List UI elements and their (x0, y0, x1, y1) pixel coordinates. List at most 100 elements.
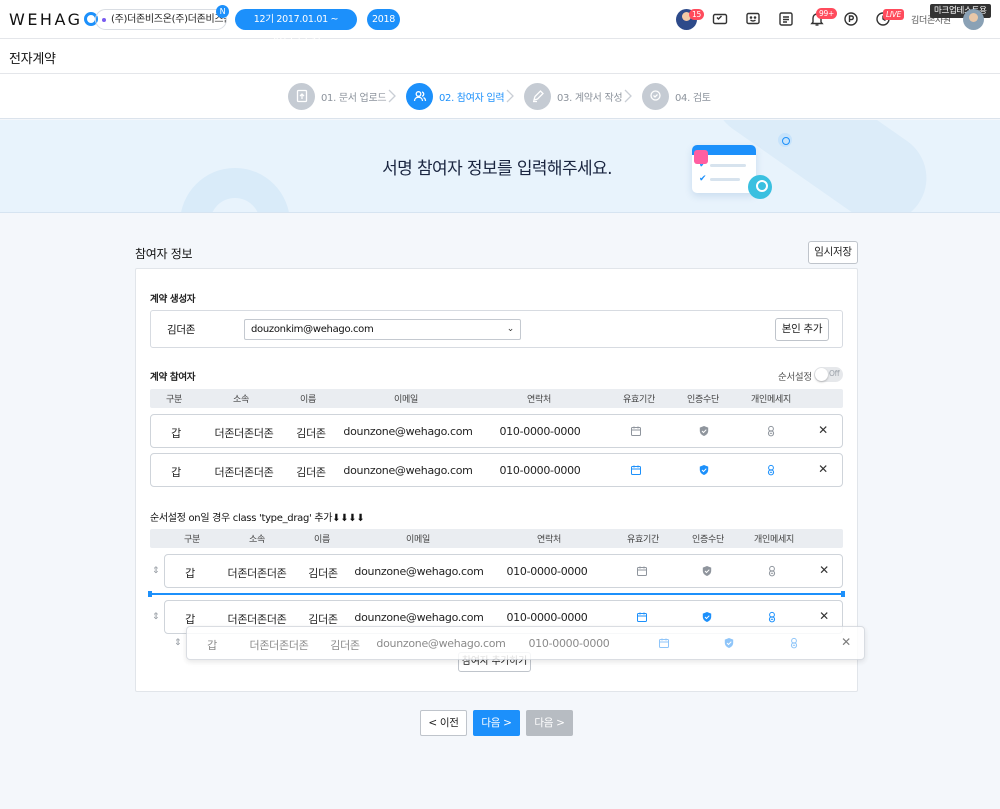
participant-type: 갑 (185, 567, 195, 580)
order-toggle[interactable]: Off (814, 367, 843, 382)
next-button[interactable]: 다음 > (473, 710, 520, 736)
calendar-icon[interactable] (630, 464, 642, 476)
column-header: 이메일 (394, 395, 418, 405)
year-pill[interactable]: 2018 (367, 9, 400, 30)
page-title: 전자계약 (9, 52, 56, 67)
add-self-button[interactable]: 본인 추가 (775, 318, 829, 341)
search-check-icon (642, 82, 669, 110)
pen-icon (524, 82, 551, 110)
chevron-down-icon: ⌄ (506, 324, 515, 334)
step-indicator: 01. 문서 업로드 02. 참여자 입력 03. 계약서 작성 04. 검토 (0, 74, 1000, 119)
participant-name: 김더존 (308, 567, 338, 580)
column-header: 소속 (249, 535, 265, 545)
column-header: 인증수단 (692, 535, 724, 545)
dragging-ghost-row[interactable]: 갑 더존더존더존 김더존 dounzone@wehago.com 010-000… (186, 626, 865, 660)
creator-row: 김더존 douzonkim@wehago.com ⌄ 본인 추가 (150, 310, 843, 348)
page-title-bar: 전자계약 (0, 39, 1000, 74)
column-header: 인증수단 (687, 395, 719, 405)
chat-icon[interactable] (745, 11, 761, 27)
toggle-state-text: Off (829, 369, 840, 378)
new-badge: N (216, 5, 229, 18)
board-icon[interactable] (778, 11, 794, 27)
drag-handle-icon: ⇕ (174, 638, 182, 648)
next-disabled-button[interactable]: 다음 > (526, 710, 573, 736)
draggable-participant-row[interactable]: 갑 더존더존더존 김더존 dounzone@wehago.com 010-000… (164, 554, 843, 588)
calendar-icon[interactable] (630, 425, 642, 437)
participants-table-header: 구분 소속 이름 이메일 연락처 유효기간 인증수단 개인메세지 (150, 389, 843, 408)
user-avatar[interactable] (963, 9, 984, 30)
participant-phone: 010-0000-0000 (499, 425, 581, 438)
creator-heading: 계약 생성자 (150, 294, 196, 305)
participant-email: dounzone@wehago.com (376, 637, 506, 650)
temp-save-button[interactable]: 임시저장 (808, 241, 858, 264)
video-call-icon[interactable] (712, 11, 728, 27)
participant-type: 갑 (171, 466, 181, 479)
participant-org: 더존더존더존 (227, 567, 287, 580)
participant-phone: 010-0000-0000 (499, 464, 581, 477)
creator-name: 김더존 (167, 324, 196, 336)
close-icon: ✕ (841, 635, 851, 649)
participant-row[interactable]: 갑 더존더존더존 김더존 dounzone@wehago.com 010-000… (150, 453, 843, 487)
wehago-logo[interactable]: WEHAG (9, 10, 98, 29)
drag-handle-icon[interactable]: ⇕ (152, 566, 160, 576)
message-icon[interactable] (765, 425, 777, 437)
banner-text: 서명 참여자 정보를 입력해주세요. (382, 159, 612, 179)
calendar-icon[interactable] (636, 611, 648, 623)
prev-button[interactable]: < 이전 (420, 710, 467, 736)
shield-icon[interactable] (701, 565, 713, 577)
message-icon[interactable] (766, 611, 778, 623)
step-review: 04. 검토 (642, 82, 711, 110)
message-icon[interactable] (766, 565, 778, 577)
point-icon[interactable] (843, 11, 859, 27)
creator-email-select[interactable]: douzonkim@wehago.com ⌄ (244, 319, 521, 340)
close-icon[interactable]: ✕ (818, 462, 828, 476)
drop-indicator (148, 591, 845, 597)
participant-type: 갑 (185, 613, 195, 626)
step-participants: 02. 참여자 입력 (406, 82, 505, 110)
participant-org: 더존더존더존 (214, 466, 274, 479)
person-decoration-icon (748, 175, 772, 199)
users-icon (406, 82, 433, 110)
shield-icon[interactable] (701, 611, 713, 623)
participant-phone: 010-0000-0000 (528, 637, 610, 650)
drag-handle-icon[interactable]: ⇕ (152, 612, 160, 622)
drag-mode-note: 순서설정 on일 경우 class 'type_drag' 추가⬇⬇⬇⬇ (150, 513, 365, 524)
close-icon[interactable]: ✕ (819, 563, 829, 577)
message-icon (788, 637, 800, 649)
company-selector[interactable]: (주)더존비즈온(주)더존비즈온... (95, 9, 227, 30)
participant-org: 더존더존더존 (227, 613, 287, 626)
creator-email-value: douzonkim@wehago.com (251, 324, 374, 335)
participant-row[interactable]: 갑 더존더존더존 김더존 dounzone@wehago.com 010-000… (150, 414, 843, 448)
message-icon[interactable] (765, 464, 777, 476)
fiscal-period-pill[interactable]: 12기 2017.01.01 ~ 2017.12.31 (235, 9, 357, 46)
participant-email: dounzone@wehago.com (343, 425, 473, 438)
column-header: 유효기간 (627, 535, 659, 545)
column-header: 이름 (314, 535, 330, 545)
order-setting-label: 순서설정 (778, 372, 812, 383)
company-dot-icon (102, 18, 106, 22)
column-header: 개인메세지 (751, 395, 791, 405)
live-badge: LIVE (883, 9, 905, 20)
participant-name: 김더존 (296, 466, 326, 479)
participant-org: 더존더존더존 (249, 639, 309, 652)
participants-heading: 계약 참여자 (150, 372, 196, 383)
company-name: (주)더존비즈온(주)더존비즈온... (111, 14, 226, 25)
shield-icon[interactable] (698, 425, 710, 437)
calendar-icon[interactable] (636, 565, 648, 577)
participant-name: 김더존 (308, 613, 338, 626)
participant-email: dounzone@wehago.com (343, 464, 473, 477)
calendar-icon (658, 637, 670, 649)
chevron-right-icon (622, 89, 634, 103)
close-icon[interactable]: ✕ (818, 423, 828, 437)
column-header: 구분 (166, 395, 182, 405)
step-upload: 01. 문서 업로드 (288, 82, 387, 110)
step-label: 01. 문서 업로드 (321, 92, 387, 104)
drag-table-header: 구분 소속 이름 이메일 연락처 유효기간 인증수단 개인메세지 (150, 529, 843, 548)
participant-name: 김더존 (296, 427, 326, 440)
close-icon[interactable]: ✕ (819, 609, 829, 623)
column-header: 이름 (300, 395, 316, 405)
chevron-right-icon (386, 89, 398, 103)
chevron-right-icon (504, 89, 516, 103)
shield-icon[interactable] (698, 464, 710, 476)
section-title: 참여자 정보 (135, 247, 193, 261)
